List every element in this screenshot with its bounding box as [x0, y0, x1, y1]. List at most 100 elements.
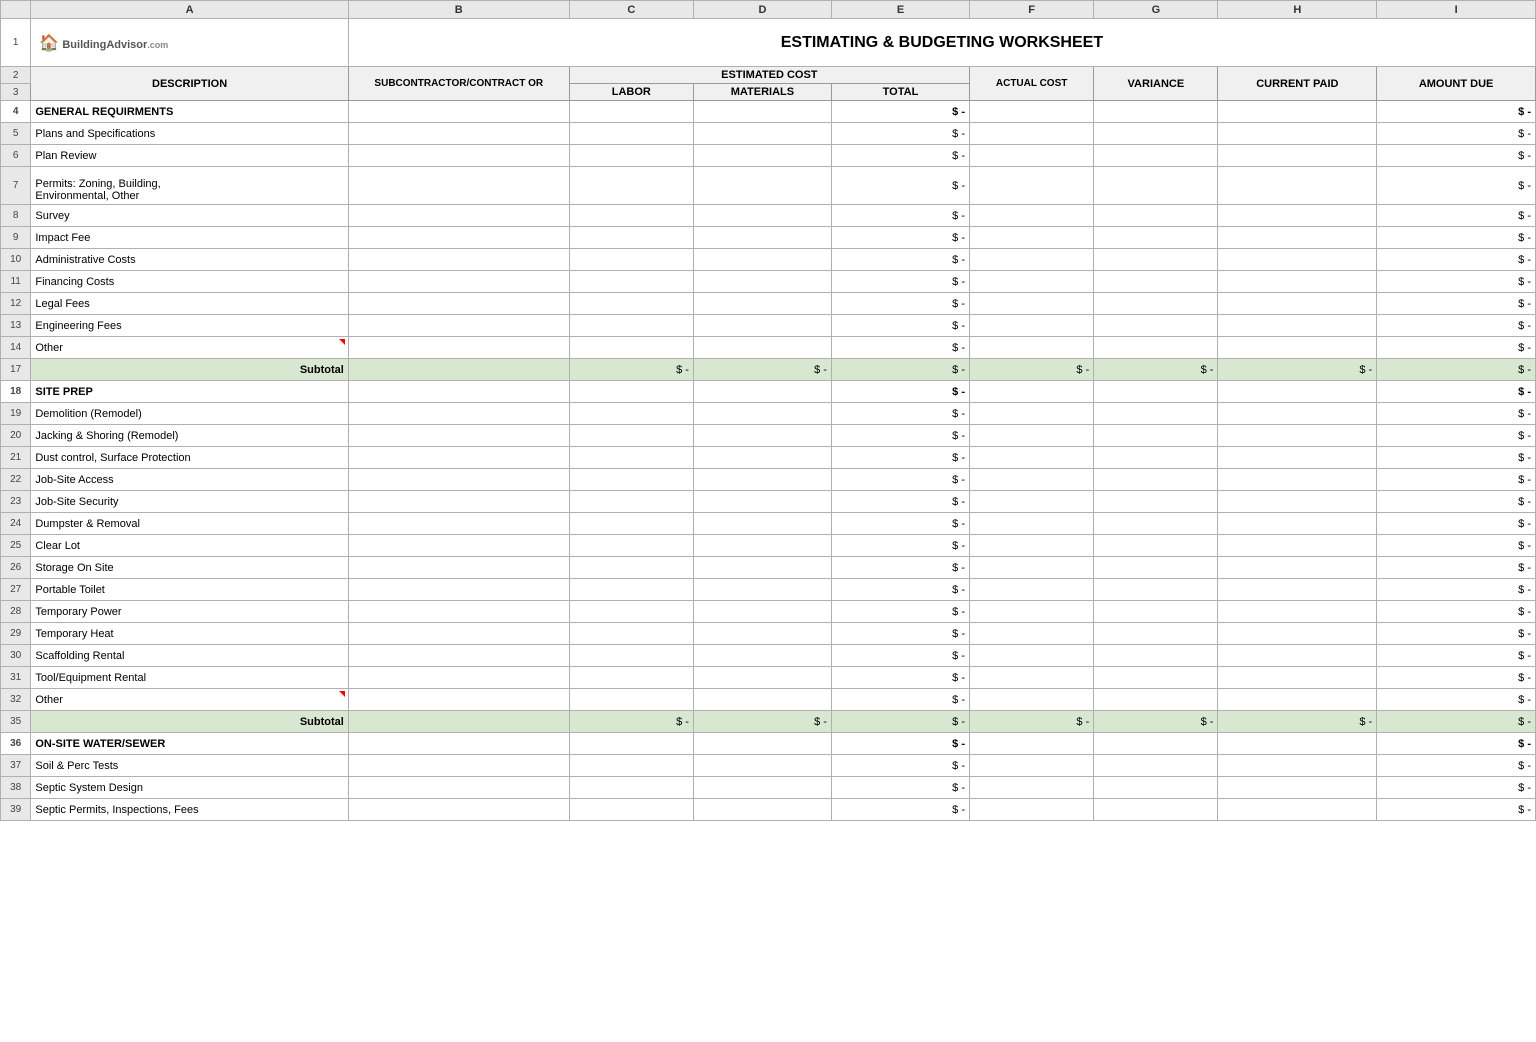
row-subcontractor[interactable] — [348, 733, 569, 755]
subtotal-total[interactable]: $ - — [831, 359, 969, 381]
row-actual[interactable] — [970, 403, 1094, 425]
row-amount-due[interactable]: $ - — [1377, 513, 1536, 535]
row-total[interactable]: $ - — [831, 667, 969, 689]
row-subcontractor[interactable] — [348, 491, 569, 513]
row-actual[interactable] — [970, 249, 1094, 271]
row-materials[interactable] — [693, 101, 831, 123]
row-materials[interactable] — [693, 167, 831, 205]
row-total[interactable]: $ - — [831, 777, 969, 799]
row-current-paid[interactable] — [1218, 425, 1377, 447]
row-materials[interactable] — [693, 293, 831, 315]
row-subcontractor[interactable] — [348, 123, 569, 145]
row-subcontractor[interactable] — [348, 513, 569, 535]
row-actual[interactable] — [970, 469, 1094, 491]
subtotal-amount-due[interactable]: $ - — [1377, 711, 1536, 733]
row-materials[interactable] — [693, 425, 831, 447]
row-variance[interactable] — [1094, 777, 1218, 799]
row-current-paid[interactable] — [1218, 535, 1377, 557]
row-variance[interactable] — [1094, 425, 1218, 447]
row-actual[interactable] — [970, 271, 1094, 293]
row-labor[interactable] — [569, 337, 693, 359]
subtotal-amount-due[interactable]: $ - — [1377, 359, 1536, 381]
row-total[interactable]: $ - — [831, 293, 969, 315]
row-materials[interactable] — [693, 755, 831, 777]
row-subcontractor[interactable] — [348, 205, 569, 227]
row-amount-due[interactable]: $ - — [1377, 425, 1536, 447]
row-total[interactable]: $ - — [831, 689, 969, 711]
row-actual[interactable] — [970, 227, 1094, 249]
row-amount-due[interactable]: $ - — [1377, 623, 1536, 645]
row-current-paid[interactable] — [1218, 689, 1377, 711]
row-actual[interactable] — [970, 205, 1094, 227]
row-subcontractor[interactable] — [348, 777, 569, 799]
row-materials[interactable] — [693, 381, 831, 403]
row-total[interactable]: $ - — [831, 491, 969, 513]
row-amount-due[interactable]: $ - — [1377, 535, 1536, 557]
row-materials[interactable] — [693, 799, 831, 821]
row-actual[interactable] — [970, 491, 1094, 513]
row-amount-due[interactable]: $ - — [1377, 293, 1536, 315]
row-current-paid[interactable] — [1218, 249, 1377, 271]
row-subcontractor[interactable] — [348, 645, 569, 667]
row-subcontractor[interactable] — [348, 271, 569, 293]
row-subcontractor[interactable] — [348, 623, 569, 645]
row-labor[interactable] — [569, 469, 693, 491]
row-labor[interactable] — [569, 403, 693, 425]
row-amount-due[interactable]: $ - — [1377, 381, 1536, 403]
row-subcontractor[interactable] — [348, 667, 569, 689]
row-variance[interactable] — [1094, 667, 1218, 689]
row-actual[interactable] — [970, 447, 1094, 469]
row-current-paid[interactable] — [1218, 799, 1377, 821]
row-subcontractor[interactable] — [348, 447, 569, 469]
row-subcontractor[interactable] — [348, 101, 569, 123]
row-variance[interactable] — [1094, 205, 1218, 227]
row-actual[interactable] — [970, 733, 1094, 755]
row-amount-due[interactable]: $ - — [1377, 777, 1536, 799]
row-actual[interactable] — [970, 623, 1094, 645]
row-variance[interactable] — [1094, 381, 1218, 403]
row-total[interactable]: $ - — [831, 557, 969, 579]
row-labor[interactable] — [569, 601, 693, 623]
row-labor[interactable] — [569, 535, 693, 557]
row-materials[interactable] — [693, 249, 831, 271]
row-current-paid[interactable] — [1218, 557, 1377, 579]
row-actual[interactable] — [970, 579, 1094, 601]
row-total[interactable]: $ - — [831, 601, 969, 623]
row-materials[interactable] — [693, 491, 831, 513]
row-variance[interactable] — [1094, 601, 1218, 623]
row-materials[interactable] — [693, 689, 831, 711]
row-total[interactable]: $ - — [831, 755, 969, 777]
row-materials[interactable] — [693, 601, 831, 623]
row-variance[interactable] — [1094, 689, 1218, 711]
row-amount-due[interactable]: $ - — [1377, 447, 1536, 469]
row-amount-due[interactable]: $ - — [1377, 491, 1536, 513]
row-total[interactable]: $ - — [831, 733, 969, 755]
subtotal-materials[interactable]: $ - — [693, 711, 831, 733]
subtotal-actual[interactable]: $ - — [970, 359, 1094, 381]
row-materials[interactable] — [693, 733, 831, 755]
row-materials[interactable] — [693, 447, 831, 469]
row-actual[interactable] — [970, 689, 1094, 711]
row-labor[interactable] — [569, 293, 693, 315]
row-materials[interactable] — [693, 403, 831, 425]
row-subcontractor[interactable] — [348, 425, 569, 447]
row-labor[interactable] — [569, 425, 693, 447]
row-materials[interactable] — [693, 145, 831, 167]
row-variance[interactable] — [1094, 403, 1218, 425]
row-total[interactable]: $ - — [831, 315, 969, 337]
row-total[interactable]: $ - — [831, 227, 969, 249]
row-variance[interactable] — [1094, 227, 1218, 249]
row-amount-due[interactable]: $ - — [1377, 557, 1536, 579]
row-actual[interactable] — [970, 645, 1094, 667]
row-labor[interactable] — [569, 167, 693, 205]
row-labor[interactable] — [569, 227, 693, 249]
row-current-paid[interactable] — [1218, 667, 1377, 689]
row-actual[interactable] — [970, 667, 1094, 689]
row-total[interactable]: $ - — [831, 403, 969, 425]
row-actual[interactable] — [970, 145, 1094, 167]
row-current-paid[interactable] — [1218, 513, 1377, 535]
row-variance[interactable] — [1094, 645, 1218, 667]
row-subcontractor[interactable] — [348, 535, 569, 557]
row-actual[interactable] — [970, 557, 1094, 579]
subtotal-variance[interactable]: $ - — [1094, 711, 1218, 733]
